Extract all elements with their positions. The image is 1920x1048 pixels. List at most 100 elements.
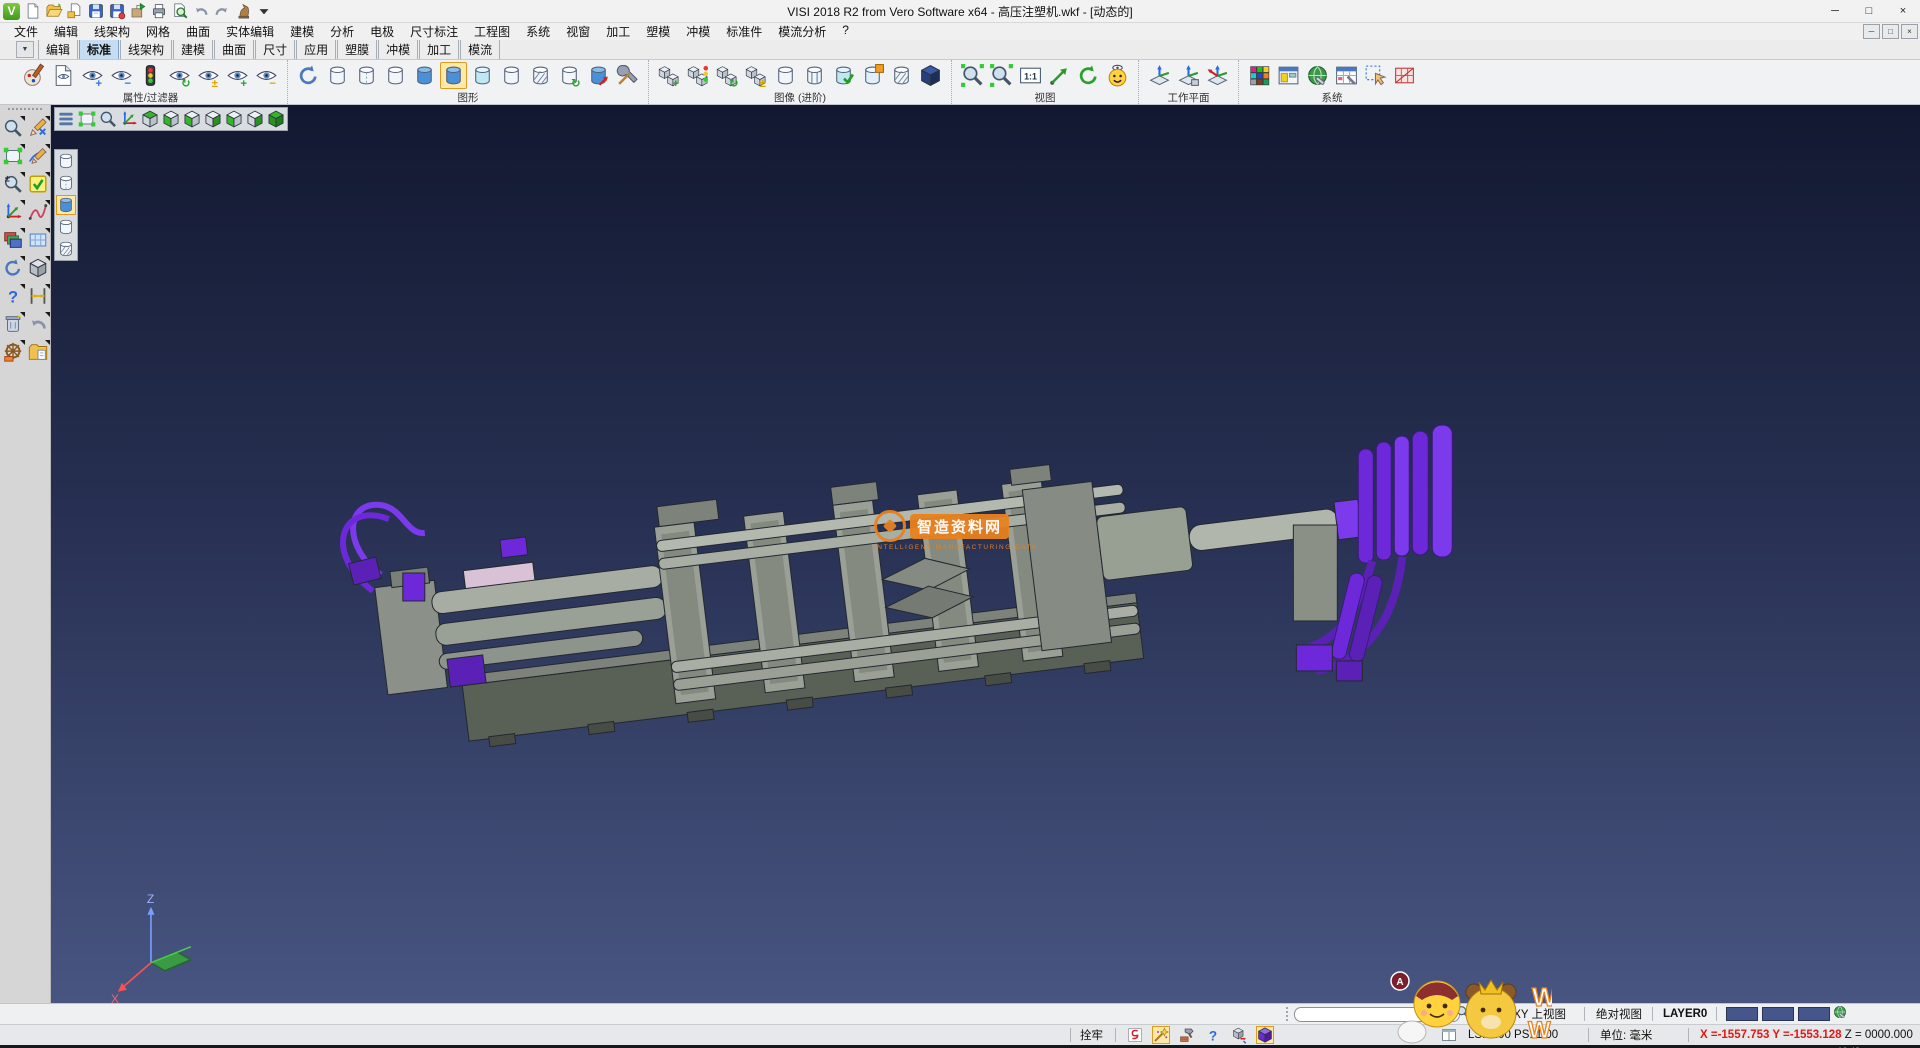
window-layout-icon[interactable] (1440, 1026, 1458, 1044)
zoom-view-icon[interactable] (98, 109, 118, 129)
workplane-entity-icon[interactable] (1175, 62, 1202, 89)
save-as-icon[interactable] (108, 2, 126, 20)
wireframe-cylinder-icon[interactable] (324, 62, 351, 89)
qat-dropdown-icon[interactable] (255, 2, 273, 20)
network-globe-icon[interactable] (1832, 1004, 1848, 1020)
close-button[interactable]: × (1886, 1, 1920, 22)
table-config-icon[interactable] (1333, 62, 1360, 89)
axis-view-icon[interactable] (119, 109, 139, 129)
color-palette-icon[interactable] (1246, 62, 1273, 89)
hatched-cylinder-icon[interactable] (527, 62, 554, 89)
child-restore-button[interactable]: □ (1882, 24, 1899, 39)
shade-solid-icon[interactable] (56, 195, 76, 215)
shaded-edges-cylinder-icon[interactable] (440, 62, 467, 89)
view-left-icon[interactable] (224, 109, 244, 129)
view-bottom-icon[interactable] (161, 109, 181, 129)
minimize-button[interactable]: ─ (1818, 1, 1852, 22)
shade-wire-icon[interactable] (56, 217, 76, 237)
menu-item[interactable]: 电极 (362, 23, 402, 40)
dock-layers-icon[interactable] (2, 229, 24, 251)
view-front-icon[interactable] (182, 109, 202, 129)
dock-confirm-icon[interactable] (27, 173, 49, 195)
zoom-all-icon[interactable] (988, 62, 1015, 89)
outline-cylinder-icon[interactable] (772, 62, 799, 89)
menu-item[interactable]: 网格 (138, 23, 178, 40)
zoom-select-icon[interactable] (959, 62, 986, 89)
dock-clipboard-icon[interactable] (27, 341, 49, 363)
verified-cylinder-icon[interactable] (830, 62, 857, 89)
dock-delete-icon[interactable] (2, 313, 24, 335)
toggle-visibility-icon[interactable]: ± (195, 62, 222, 89)
render-mode-icon[interactable] (1256, 1026, 1274, 1044)
fit-view-icon[interactable] (77, 109, 97, 129)
cubes-filter-icon[interactable] (685, 62, 712, 89)
dock-undo-icon[interactable] (27, 313, 49, 335)
menu-item[interactable]: 加工 (598, 23, 638, 40)
cubes-refresh-icon[interactable]: ↻ (714, 62, 741, 89)
dock-zoom-plusminus-icon[interactable]: ± (2, 173, 24, 195)
menu-item[interactable]: 冲模 (678, 23, 718, 40)
menu-item[interactable]: 线架构 (86, 23, 138, 40)
menu-item[interactable]: 实体编辑 (218, 23, 282, 40)
menu-item[interactable]: 尺寸标注 (402, 23, 466, 40)
snap-settings-icon[interactable] (1126, 1026, 1144, 1044)
view-iso-icon[interactable] (266, 109, 286, 129)
view-orientation-label[interactable]: 绝对 XY 上视图 (1487, 1004, 1566, 1024)
dock-measure-icon[interactable] (27, 285, 49, 307)
page-visibility-icon[interactable] (50, 62, 77, 89)
magic-select-icon[interactable] (1152, 1026, 1170, 1044)
hide-entities-icon[interactable]: − (108, 62, 135, 89)
toolbar-tab[interactable]: 标准 (79, 39, 119, 59)
save-file-icon[interactable] (87, 2, 105, 20)
toolbar-tab[interactable]: 加工 (419, 39, 459, 59)
shade-hatch-icon[interactable] (56, 239, 76, 259)
maximize-button[interactable]: □ (1852, 1, 1886, 22)
layer-search-input[interactable] (1294, 1007, 1460, 1022)
zoom-1-1-icon[interactable]: 1:1 (1017, 62, 1044, 89)
layer-search-icon[interactable] (1455, 1004, 1471, 1020)
cubes-add-icon[interactable]: + (656, 62, 683, 89)
dock-help-icon[interactable]: ? (2, 285, 24, 307)
system-settings-icon[interactable] (1304, 62, 1331, 89)
toolbar-tab[interactable]: 曲面 (214, 39, 254, 59)
macro-icon[interactable] (234, 2, 252, 20)
dock-grid-icon[interactable] (27, 229, 49, 251)
menu-item[interactable]: 视窗 (558, 23, 598, 40)
cubes-toggle-icon[interactable]: ± (743, 62, 770, 89)
refresh-visibility-icon[interactable]: ↻ (166, 62, 193, 89)
tab-dropdown-icon[interactable]: ▼ (16, 41, 34, 58)
context-help-icon[interactable]: ? (1204, 1026, 1222, 1044)
3d-viewport[interactable]: Z X 智造资料网 INTELLIGENT MANUFACTURING DATA (51, 105, 1920, 1003)
dock-axis-icon[interactable] (2, 201, 24, 223)
transparent-cylinder-icon[interactable] (469, 62, 496, 89)
import-file-icon[interactable] (66, 2, 84, 20)
new-file-icon[interactable] (24, 2, 42, 20)
dock-refresh-icon[interactable] (2, 257, 24, 279)
solid-cube-icon[interactable] (917, 62, 944, 89)
zoom-point-icon[interactable] (1046, 62, 1073, 89)
menu-item[interactable]: 塑模 (638, 23, 678, 40)
tagged-cylinder-icon[interactable] (859, 62, 886, 89)
shade-outline-icon[interactable] (56, 151, 76, 171)
cube-directions-icon[interactable] (1230, 1026, 1248, 1044)
dock-erase-icon[interactable] (27, 117, 49, 139)
dock-zoom-icon[interactable] (2, 117, 24, 139)
toolbar-tab[interactable]: 线架构 (120, 39, 172, 59)
view-mode-label[interactable]: 绝对视图 (1596, 1004, 1642, 1024)
redraw-icon[interactable] (295, 62, 322, 89)
toolbar-tab[interactable]: 模流 (460, 39, 500, 59)
view-top-icon[interactable] (140, 109, 160, 129)
menu-item[interactable]: 文件 (6, 23, 46, 40)
attributes-brush-icon[interactable] (21, 62, 48, 89)
grid-settings-icon[interactable] (1391, 62, 1418, 89)
dock-sketch-icon[interactable] (27, 145, 49, 167)
show-entities-icon[interactable]: + (79, 62, 106, 89)
undo-icon[interactable] (192, 2, 210, 20)
hiddenline-cylinder-icon[interactable] (353, 62, 380, 89)
dynamic-cylinder-icon[interactable] (585, 62, 612, 89)
workplane-icon[interactable] (1146, 62, 1173, 89)
selection-options-icon[interactable] (1362, 62, 1389, 89)
view-back-icon[interactable] (203, 109, 223, 129)
child-minimize-button[interactable]: ─ (1863, 24, 1880, 39)
lock-toggle[interactable]: 拴牢 (1080, 1025, 1103, 1045)
